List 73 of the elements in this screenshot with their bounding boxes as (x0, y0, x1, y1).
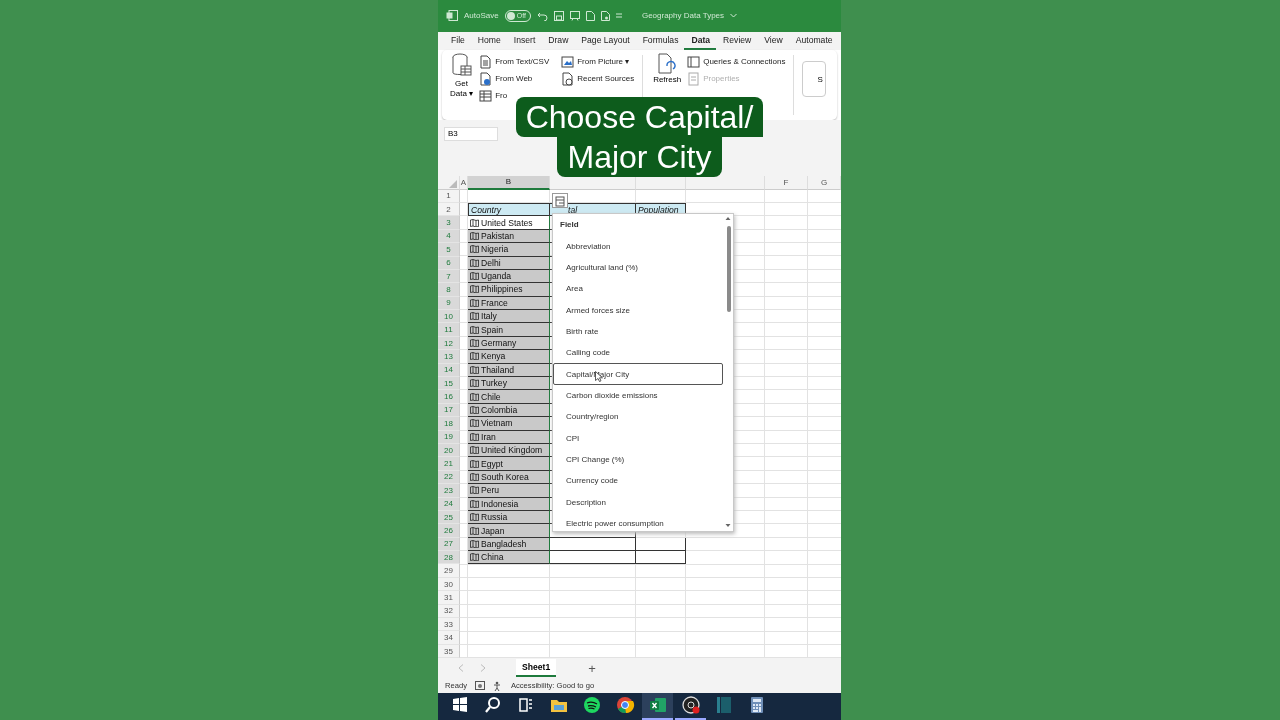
menu-tab[interactable]: Draw (541, 32, 575, 50)
column-header[interactable]: B (468, 176, 550, 190)
menu-tab[interactable]: File (444, 32, 471, 50)
caption-text: Major City (557, 137, 722, 177)
ribbon-button[interactable]: Recent Sources (561, 72, 635, 86)
ribbon-button[interactable]: S (802, 61, 826, 98)
menu-tab[interactable]: View (757, 32, 789, 50)
refresh-button[interactable]: Refresh (651, 53, 684, 86)
document-title[interactable]: Geography Data Types (641, 11, 725, 21)
row-number: 34 (438, 631, 460, 645)
country-cell[interactable]: Japan (468, 524, 550, 538)
menu-tab[interactable]: Insert (506, 32, 542, 50)
dropdown-item[interactable]: Currency code (553, 470, 723, 492)
ribbon-button[interactable]: From Picture ▾ (561, 55, 630, 69)
header-cell: Country (468, 202, 550, 217)
column-header[interactable]: F (765, 176, 808, 190)
dropdown-item[interactable]: Birth rate (553, 320, 723, 343)
row-number: 13 (438, 350, 460, 364)
country-cell[interactable]: Spain (468, 323, 550, 337)
autosave-label: AutoSave (464, 11, 499, 21)
dropdown-item[interactable]: Carbon dioxide emissions (553, 384, 723, 407)
country-cell[interactable]: Italy (468, 310, 550, 324)
dropdown-item[interactable]: Armed forces size (553, 299, 723, 321)
row-number: 10 (438, 310, 460, 324)
row-number: 15 (438, 377, 460, 391)
dropdown-item[interactable]: Abbreviation (553, 235, 723, 257)
row-number: 21 (438, 457, 460, 471)
add-sheet-button[interactable]: + (584, 660, 600, 676)
sheet-tab[interactable]: Sheet1 (516, 659, 557, 678)
row-number: 8 (438, 283, 460, 297)
country-cell[interactable]: Egypt (468, 457, 550, 471)
row-number: 28 (438, 551, 460, 565)
country-cell[interactable]: United States (468, 216, 550, 230)
country-cell[interactable]: Vietnam (468, 417, 550, 431)
ribbon-button[interactable]: From Text/CSV (479, 55, 550, 69)
menu-tab[interactable]: Page Layout (574, 32, 636, 50)
row-number: 5 (438, 243, 460, 257)
row-number: 16 (438, 390, 460, 404)
dropdown-item[interactable]: Area (553, 278, 723, 300)
country-cell[interactable]: China (468, 551, 550, 565)
ribbon-button[interactable]: Queries & Connections (687, 55, 786, 69)
name-box[interactable]: B3 (444, 126, 498, 141)
get-data-button[interactable]: Get Data ▾ (448, 53, 476, 100)
menu-tab[interactable]: Home (470, 32, 507, 50)
dropdown-item[interactable]: CPI Change (%) (553, 448, 723, 471)
country-cell[interactable]: Chile (468, 390, 550, 404)
row-number: 23 (438, 484, 460, 498)
country-cell[interactable]: Turkey (468, 377, 550, 391)
menu-tab[interactable]: Formulas (635, 32, 685, 50)
row-number: 3 (438, 216, 460, 230)
country-cell[interactable]: Nigeria (468, 243, 550, 257)
dropdown-item[interactable]: CPI (553, 427, 723, 449)
dropdown-header: Field (559, 219, 580, 232)
dropdown-item[interactable]: Agricultural land (%) (553, 256, 723, 279)
ribbon-button[interactable]: From Web (479, 72, 533, 86)
dropdown-item[interactable]: Country/region (553, 406, 723, 428)
column-header[interactable]: G (808, 176, 841, 190)
row-number: 31 (438, 591, 460, 605)
dropdown-item[interactable]: Calling code (553, 342, 723, 364)
row-number: 11 (438, 323, 460, 337)
country-cell[interactable]: Kenya (468, 350, 550, 364)
menu-tab[interactable]: Review (716, 32, 758, 50)
country-cell[interactable]: Peru (468, 484, 550, 498)
row-number: 26 (438, 524, 460, 538)
country-cell[interactable]: Philippines (468, 283, 550, 297)
dropdown-item[interactable]: Description (553, 491, 723, 513)
caption-text: Choose Capital/ (515, 97, 764, 137)
row-number: 18 (438, 417, 460, 431)
row-number: 29 (438, 564, 460, 578)
ribbon-button[interactable]: Fro (479, 89, 508, 103)
row-number: 33 (438, 618, 460, 632)
menu-tab[interactable]: Automate (788, 32, 839, 50)
dropdown-item[interactable]: Electric power consumption (553, 512, 723, 535)
